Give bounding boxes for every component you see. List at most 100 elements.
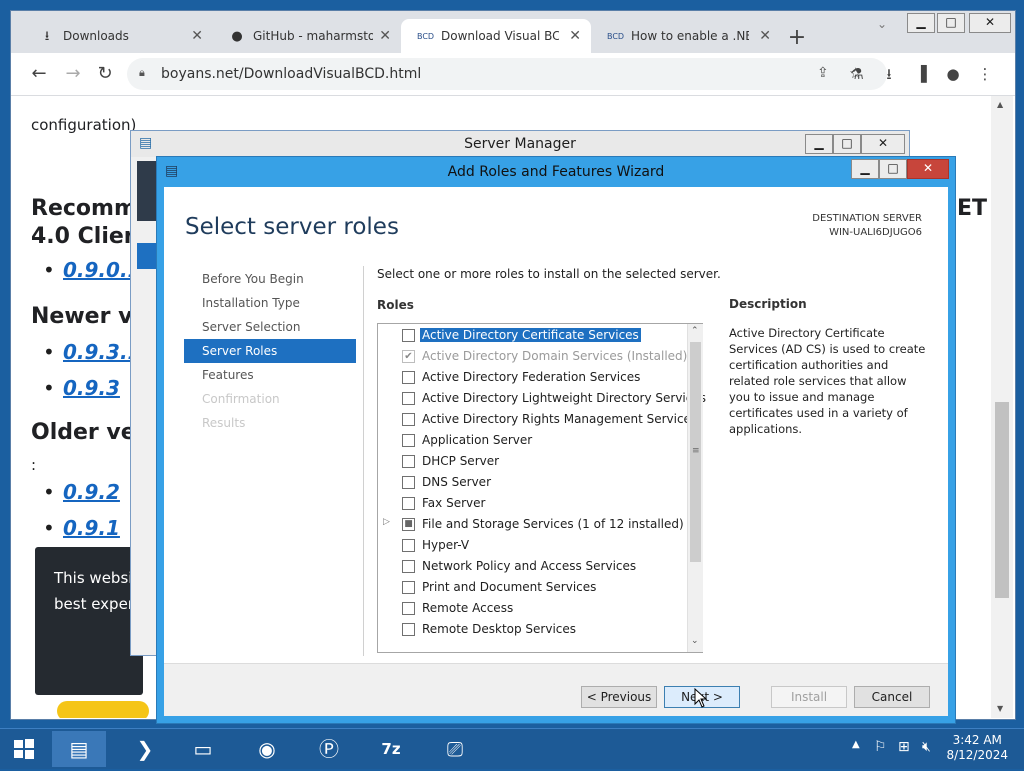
role-item[interactable]: Active Directory Federation Services: [378, 367, 686, 388]
profile-icon[interactable]: ●: [941, 62, 965, 86]
role-item[interactable]: Active Directory Lightweight Directory S…: [378, 388, 706, 409]
clock[interactable]: 3:42 AM 8/12/2024: [946, 733, 1008, 763]
reload-icon[interactable]: ↻: [93, 62, 117, 86]
minimize-button[interactable]: ▁: [805, 134, 833, 154]
url-text[interactable]: boyans.net/DownloadVisualBCD.html: [161, 66, 421, 82]
server-manager-title: Server Manager: [464, 136, 576, 152]
role-checkbox[interactable]: [402, 497, 415, 510]
close-window-button[interactable]: ✕: [861, 134, 905, 154]
role-checkbox[interactable]: [402, 392, 415, 405]
role-item[interactable]: Remote Desktop Services: [378, 619, 686, 640]
role-checkbox[interactable]: [402, 371, 415, 384]
share-icon[interactable]: ⇪: [817, 65, 829, 81]
tab-label: GitHub - maharmstone: [253, 29, 373, 43]
role-checkbox-partial[interactable]: ■: [402, 518, 415, 531]
minimize-button[interactable]: ▁: [907, 13, 935, 33]
roles-list[interactable]: Active Directory Certificate Services ✔ …: [377, 323, 706, 653]
tab-label: How to enable a .NET: [631, 29, 749, 43]
role-item[interactable]: Active Directory Rights Management Servi…: [378, 409, 697, 430]
menu-kebab-icon[interactable]: ⋮: [973, 62, 997, 86]
lab-flask-icon[interactable]: ⚗: [845, 62, 869, 86]
nav-installation-type[interactable]: Installation Type: [184, 291, 356, 315]
role-checkbox[interactable]: [402, 434, 415, 447]
role-checkbox[interactable]: [402, 455, 415, 468]
role-checkbox[interactable]: [402, 413, 415, 426]
close-icon[interactable]: ✕: [379, 28, 391, 44]
new-tab-button[interactable]: +: [783, 25, 811, 53]
maximize-button[interactable]: □: [879, 159, 907, 179]
previous-button[interactable]: < Previous: [581, 686, 657, 708]
start-icon[interactable]: [0, 731, 48, 767]
role-item[interactable]: Application Server: [378, 430, 686, 451]
role-checkbox[interactable]: [402, 602, 415, 615]
role-checkbox[interactable]: [402, 476, 415, 489]
maximize-button[interactable]: □: [833, 134, 861, 154]
tab-search-icon[interactable]: ⌄: [877, 17, 887, 31]
back-arrow-icon[interactable]: ←: [27, 62, 51, 86]
role-item[interactable]: Hyper-V: [378, 535, 686, 556]
tab-download-visual-bcd[interactable]: BCD Download Visual BCD ✕: [401, 19, 591, 53]
volume-muted-icon[interactable]: 🔇︎: [922, 739, 931, 755]
network-icon[interactable]: ⊞: [898, 739, 910, 755]
scroll-down-icon[interactable]: ▼: [997, 704, 1003, 713]
server-manager-icon[interactable]: ▤: [52, 731, 106, 767]
powershell-icon[interactable]: ❯: [118, 731, 172, 767]
role-checkbox[interactable]: [402, 581, 415, 594]
maximize-button[interactable]: □: [937, 13, 965, 33]
link-0-9-1[interactable]: 0.9.1: [63, 516, 120, 540]
page-scrollbar[interactable]: ▲ ▼: [991, 96, 1013, 718]
role-checkbox[interactable]: [402, 329, 415, 342]
role-item[interactable]: ▷ ■ File and Storage Services (1 of 12 i…: [378, 514, 686, 535]
close-window-button[interactable]: ✕: [907, 159, 949, 179]
role-item[interactable]: DNS Server: [378, 472, 686, 493]
close-window-button[interactable]: ✕: [969, 13, 1011, 33]
link-0-9-2[interactable]: 0.9.2: [63, 480, 120, 504]
tab-how-to-enable-net[interactable]: BCD How to enable a .NET ✕: [591, 19, 781, 53]
close-icon[interactable]: ✕: [191, 28, 203, 44]
file-explorer-icon[interactable]: ▭: [176, 731, 230, 767]
tab-github[interactable]: ● GitHub - maharmstone ✕: [213, 19, 401, 53]
destination-server-label: DESTINATION SERVER: [812, 213, 922, 224]
role-item[interactable]: Remote Access: [378, 598, 686, 619]
nav-features[interactable]: Features: [184, 363, 356, 387]
role-item[interactable]: Fax Server: [378, 493, 686, 514]
nav-server-selection[interactable]: Server Selection: [184, 315, 356, 339]
roles-scrollbar[interactable]: ⌃ ≡ ⌄: [687, 324, 703, 652]
role-checkbox[interactable]: [402, 539, 415, 552]
close-icon[interactable]: ✕: [759, 28, 771, 44]
flag-icon[interactable]: ⚐: [874, 739, 887, 755]
role-item[interactable]: DHCP Server: [378, 451, 686, 472]
forward-arrow-icon[interactable]: →: [61, 62, 85, 86]
role-checkbox[interactable]: [402, 623, 415, 636]
scroll-up-icon[interactable]: ▲: [997, 100, 1003, 109]
tab-downloads[interactable]: ⭳ Downloads ✕: [23, 19, 213, 53]
chrome-icon[interactable]: ◉: [240, 731, 294, 767]
role-item[interactable]: Active Directory Certificate Services: [378, 325, 686, 346]
minimize-button[interactable]: ▁: [851, 159, 879, 179]
role-item[interactable]: Print and Document Services: [378, 577, 686, 598]
cancel-button[interactable]: Cancel: [854, 686, 930, 708]
bullet: •: [43, 516, 55, 540]
role-item[interactable]: Network Policy and Access Services: [378, 556, 686, 577]
scrollbar-thumb[interactable]: ≡: [690, 342, 701, 562]
network-install-icon[interactable]: ⎚: [428, 731, 482, 767]
link-0-9-3[interactable]: 0.9.3: [63, 376, 120, 400]
side-panel-icon[interactable]: ▐: [909, 62, 933, 86]
close-icon[interactable]: ✕: [569, 28, 581, 44]
scroll-up-icon[interactable]: ⌃: [691, 326, 699, 336]
nav-before-you-begin[interactable]: Before You Begin: [184, 267, 356, 291]
app-p-icon[interactable]: Ⓟ: [302, 731, 356, 767]
role-label: Print and Document Services: [422, 580, 597, 594]
7zip-icon[interactable]: 7z: [364, 731, 418, 767]
wizard-titlebar: ▤ Add Roles and Features Wizard ▁ □ ✕: [157, 157, 955, 187]
cookie-accept-button[interactable]: [57, 701, 149, 718]
role-label: File and Storage Services (1 of 12 insta…: [422, 517, 684, 531]
expand-triangle-icon[interactable]: ▷: [383, 517, 390, 527]
address-bar[interactable]: 🔒︎ boyans.net/DownloadVisualBCD.html ⇪ ☆: [127, 58, 887, 90]
nav-server-roles[interactable]: Server Roles: [184, 339, 356, 363]
downloads-icon[interactable]: ⭳: [877, 62, 901, 86]
scrollbar-thumb[interactable]: [995, 402, 1009, 598]
tray-expand-icon[interactable]: ▲: [852, 739, 860, 750]
role-checkbox[interactable]: [402, 560, 415, 573]
scroll-down-icon[interactable]: ⌄: [691, 636, 699, 646]
